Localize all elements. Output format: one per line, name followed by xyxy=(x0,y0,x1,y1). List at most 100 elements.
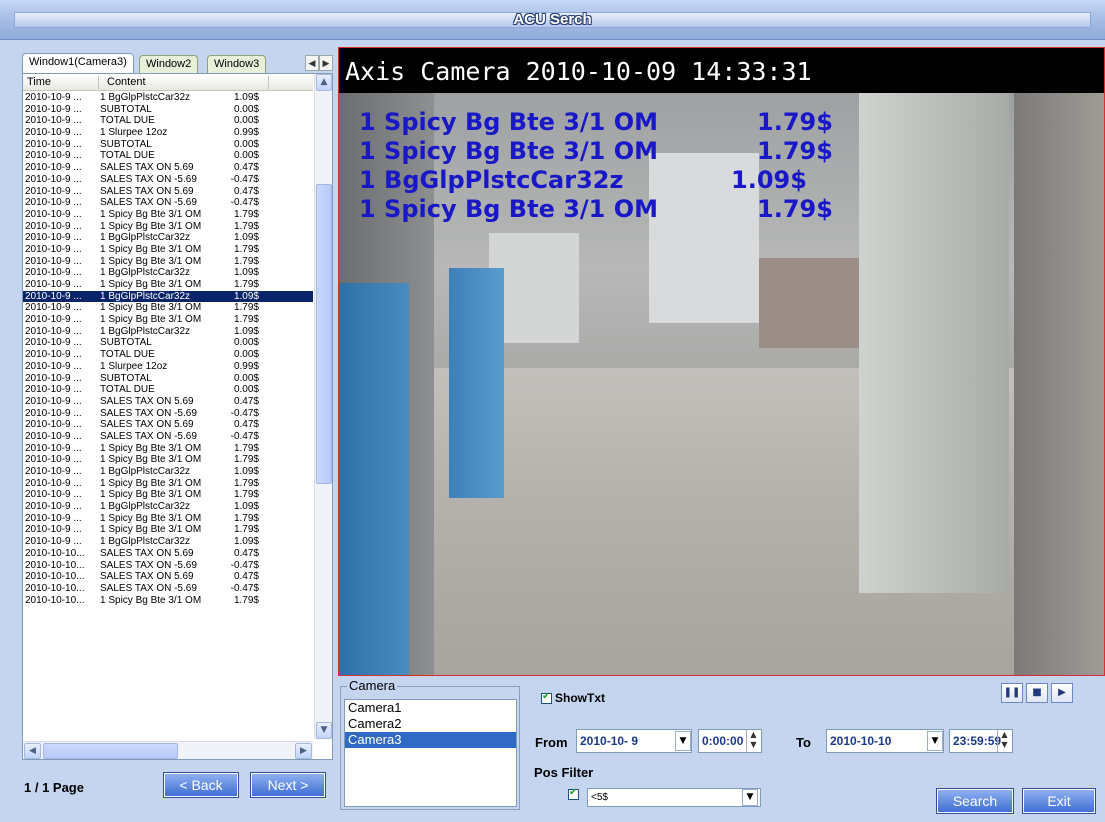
row-content: 1 BgGlpPlstcCar32z xyxy=(100,267,191,279)
pos-filter-checkbox[interactable] xyxy=(568,787,579,800)
table-row[interactable]: 2010-10-9 ... SALES TAX ON 5.69 0.47$ xyxy=(23,419,313,431)
table-row[interactable]: 2010-10-9 ... 1 Spicy Bg Bte 3/1 OM 1.79$ xyxy=(23,314,313,326)
table-row[interactable]: 2010-10-10... 1 Spicy Bg Bte 3/1 OM 1.79$ xyxy=(23,595,313,607)
list-vertical-scrollbar[interactable]: ▲ ▼ xyxy=(314,74,332,739)
tab-window2[interactable]: Window2 xyxy=(139,55,199,73)
row-time: 2010-10-10... xyxy=(25,594,85,606)
table-row[interactable]: 2010-10-9 ... 1 Spicy Bg Bte 3/1 OM 1.79$ xyxy=(23,209,313,221)
table-row[interactable]: 2010-10-9 ... 1 BgGlpPlstcCar32z 1.09$ xyxy=(23,92,313,104)
row-time: 2010-10-9 ... xyxy=(25,489,82,501)
table-row[interactable]: 2010-10-9 ... 1 Spicy Bg Bte 3/1 OM 1.79$ xyxy=(23,279,313,291)
table-row[interactable]: 2010-10-9 ... SALES TAX ON -5.69 -0.47$ xyxy=(23,431,313,443)
table-row[interactable]: 2010-10-9 ... 1 BgGlpPlstcCar32z 1.09$ xyxy=(23,326,313,338)
table-row[interactable]: 2010-10-9 ... SALES TAX ON -5.69 -0.47$ xyxy=(23,197,313,209)
camera-item-3[interactable]: Camera3 xyxy=(345,732,516,748)
show-text-toggle[interactable]: ShowTxt xyxy=(541,691,605,705)
camera-item-1[interactable]: Camera1 xyxy=(345,700,516,716)
table-row[interactable]: 2010-10-10... SALES TAX ON 5.69 0.47$ xyxy=(23,571,313,583)
row-content: TOTAL DUE xyxy=(100,150,155,162)
table-row[interactable]: 2010-10-9 ... 1 BgGlpPlstcCar32z 1.09$ xyxy=(23,232,313,244)
tab-scroll-left-icon[interactable]: ◀ xyxy=(305,55,319,71)
table-row[interactable]: 2010-10-9 ... 1 Slurpee 12oz 0.99$ xyxy=(23,127,313,139)
table-row[interactable]: 2010-10-9 ... TOTAL DUE 0.00$ xyxy=(23,115,313,127)
row-price: 1.79$ xyxy=(233,594,259,606)
table-row[interactable]: 2010-10-9 ... SUBTOTAL 0.00$ xyxy=(23,139,313,151)
show-text-checkbox[interactable] xyxy=(541,691,552,705)
pause-icon[interactable]: ❚❚ xyxy=(1001,683,1023,703)
table-row[interactable]: 2010-10-9 ... TOTAL DUE 0.00$ xyxy=(23,384,313,396)
row-content: SALES TAX ON -5.69 xyxy=(100,407,197,419)
scroll-down-icon[interactable]: ▼ xyxy=(316,722,332,739)
row-time: 2010-10-9 ... xyxy=(25,466,82,477)
back-button[interactable]: < Back xyxy=(163,772,239,798)
row-time: 2010-10-9 ... xyxy=(25,255,82,267)
scroll-left-icon[interactable]: ◀ xyxy=(24,743,41,759)
pos-filter-select[interactable]: <5$ xyxy=(587,788,761,807)
table-row[interactable]: 2010-10-9 ... 1 Spicy Bg Bte 3/1 OM 1.79$ xyxy=(23,256,313,268)
search-button[interactable]: Search xyxy=(936,788,1014,814)
table-row[interactable]: 2010-10-9 ... 1 Spicy Bg Bte 3/1 OM 1.79$ xyxy=(23,478,313,490)
row-time: 2010-10-9 ... xyxy=(25,395,82,407)
row-time: 2010-10-9 ... xyxy=(25,150,82,162)
table-row[interactable]: 2010-10-9 ... SALES TAX ON 5.69 0.47$ xyxy=(23,186,313,198)
to-time-spinner-icon[interactable]: ▲ ▼ xyxy=(997,730,1011,752)
table-row[interactable]: 2010-10-9 ... 1 Spicy Bg Bte 3/1 OM 1.79$ xyxy=(23,524,313,536)
camera-item-2[interactable]: Camera2 xyxy=(345,716,516,732)
table-row[interactable]: 2010-10-9 ... 1 BgGlpPlstcCar32z 1.09$ xyxy=(23,290,313,303)
table-row[interactable]: 2010-10-9 ... SUBTOTAL 0.00$ xyxy=(23,373,313,385)
table-row[interactable]: 2010-10-9 ... 1 Spicy Bg Bte 3/1 OM 1.79$ xyxy=(23,221,313,233)
table-row[interactable]: 2010-10-9 ... SALES TAX ON 5.69 0.47$ xyxy=(23,162,313,174)
table-row[interactable]: 2010-10-9 ... 1 Spicy Bg Bte 3/1 OM 1.79$ xyxy=(23,302,313,314)
row-price: 1.79$ xyxy=(233,279,259,290)
next-button[interactable]: Next > xyxy=(250,772,326,798)
exit-button[interactable]: Exit xyxy=(1022,788,1096,814)
hscroll-thumb[interactable] xyxy=(43,743,178,759)
table-row[interactable]: 2010-10-9 ... TOTAL DUE 0.00$ xyxy=(23,349,313,361)
table-row[interactable]: 2010-10-9 ... 1 Spicy Bg Bte 3/1 OM 1.79$ xyxy=(23,513,313,525)
table-row[interactable]: 2010-10-9 ... 1 BgGlpPlstcCar32z 1.09$ xyxy=(23,466,313,478)
row-time: 2010-10-9 ... xyxy=(25,314,82,326)
table-row[interactable]: 2010-10-9 ... TOTAL DUE 0.00$ xyxy=(23,150,313,162)
row-price: 0.00$ xyxy=(233,103,259,115)
table-row[interactable]: 2010-10-9 ... 1 Spicy Bg Bte 3/1 OM 1.79$ xyxy=(23,443,313,455)
table-row[interactable]: 2010-10-9 ... 1 BgGlpPlstcCar32z 1.09$ xyxy=(23,536,313,548)
column-header-time[interactable]: Time xyxy=(27,76,51,88)
table-row[interactable]: 2010-10-9 ... 1 Spicy Bg Bte 3/1 OM 1.79$ xyxy=(23,489,313,501)
scroll-right-icon[interactable]: ▶ xyxy=(295,743,312,759)
pos-filter-dropdown-icon[interactable]: ▼ xyxy=(742,789,758,806)
scene-sofa xyxy=(759,258,859,348)
table-row[interactable]: 2010-10-10... SALES TAX ON -5.69 -0.47$ xyxy=(23,583,313,595)
video-viewport[interactable]: Axis Camera 2010-10-09 14:33:31 1 Spicy … xyxy=(338,47,1105,676)
scroll-thumb[interactable] xyxy=(316,184,332,484)
from-time-spinner-icon[interactable]: ▲ ▼ xyxy=(746,730,760,752)
scroll-up-icon[interactable]: ▲ xyxy=(316,74,332,91)
table-row[interactable]: 2010-10-9 ... SALES TAX ON 5.69 0.47$ xyxy=(23,396,313,408)
table-row[interactable]: 2010-10-10... SALES TAX ON 5.69 0.47$ xyxy=(23,548,313,560)
table-row[interactable]: 2010-10-9 ... 1 BgGlpPlstcCar32z 1.09$ xyxy=(23,267,313,279)
column-header-content[interactable]: Content xyxy=(107,76,146,88)
table-row[interactable]: 2010-10-9 ... 1 BgGlpPlstcCar32z 1.09$ xyxy=(23,501,313,513)
row-price: 1.79$ xyxy=(233,255,259,267)
stop-icon[interactable]: ■ xyxy=(1026,683,1048,703)
tab-window3[interactable]: Window3 xyxy=(207,55,267,73)
row-price: 1.79$ xyxy=(233,524,259,536)
row-price: 0.00$ xyxy=(233,150,259,162)
row-price: 1.79$ xyxy=(233,220,259,232)
list-horizontal-scrollbar[interactable]: ◀ ▶ xyxy=(23,741,313,759)
play-step-icon[interactable]: ▶ xyxy=(1051,683,1073,703)
table-row[interactable]: 2010-10-9 ... 1 Spicy Bg Bte 3/1 OM 1.79$ xyxy=(23,244,313,256)
table-row[interactable]: 2010-10-9 ... SALES TAX ON -5.69 -0.47$ xyxy=(23,174,313,186)
table-row[interactable]: 2010-10-9 ... 1 Slurpee 12oz 0.99$ xyxy=(23,361,313,373)
table-row[interactable]: 2010-10-9 ... SUBTOTAL 0.00$ xyxy=(23,337,313,349)
table-row[interactable]: 2010-10-9 ... SALES TAX ON -5.69 -0.47$ xyxy=(23,408,313,420)
table-row[interactable]: 2010-10-10... SALES TAX ON -5.69 -0.47$ xyxy=(23,560,313,572)
table-row[interactable]: 2010-10-9 ... 1 Spicy Bg Bte 3/1 OM 1.79$ xyxy=(23,454,313,466)
table-row[interactable]: 2010-10-9 ... SUBTOTAL 0.00$ xyxy=(23,104,313,116)
to-date-dropdown-icon[interactable]: ▼ xyxy=(927,731,943,751)
row-time: 2010-10-9 ... xyxy=(25,430,82,442)
tab-scroll-right-icon[interactable]: ▶ xyxy=(319,55,333,71)
column-separator xyxy=(98,76,99,89)
from-date-dropdown-icon[interactable]: ▼ xyxy=(675,731,691,751)
tab-window1[interactable]: Window1(Camera3) xyxy=(22,53,134,73)
row-time: 2010-10-9 ... xyxy=(25,197,82,209)
